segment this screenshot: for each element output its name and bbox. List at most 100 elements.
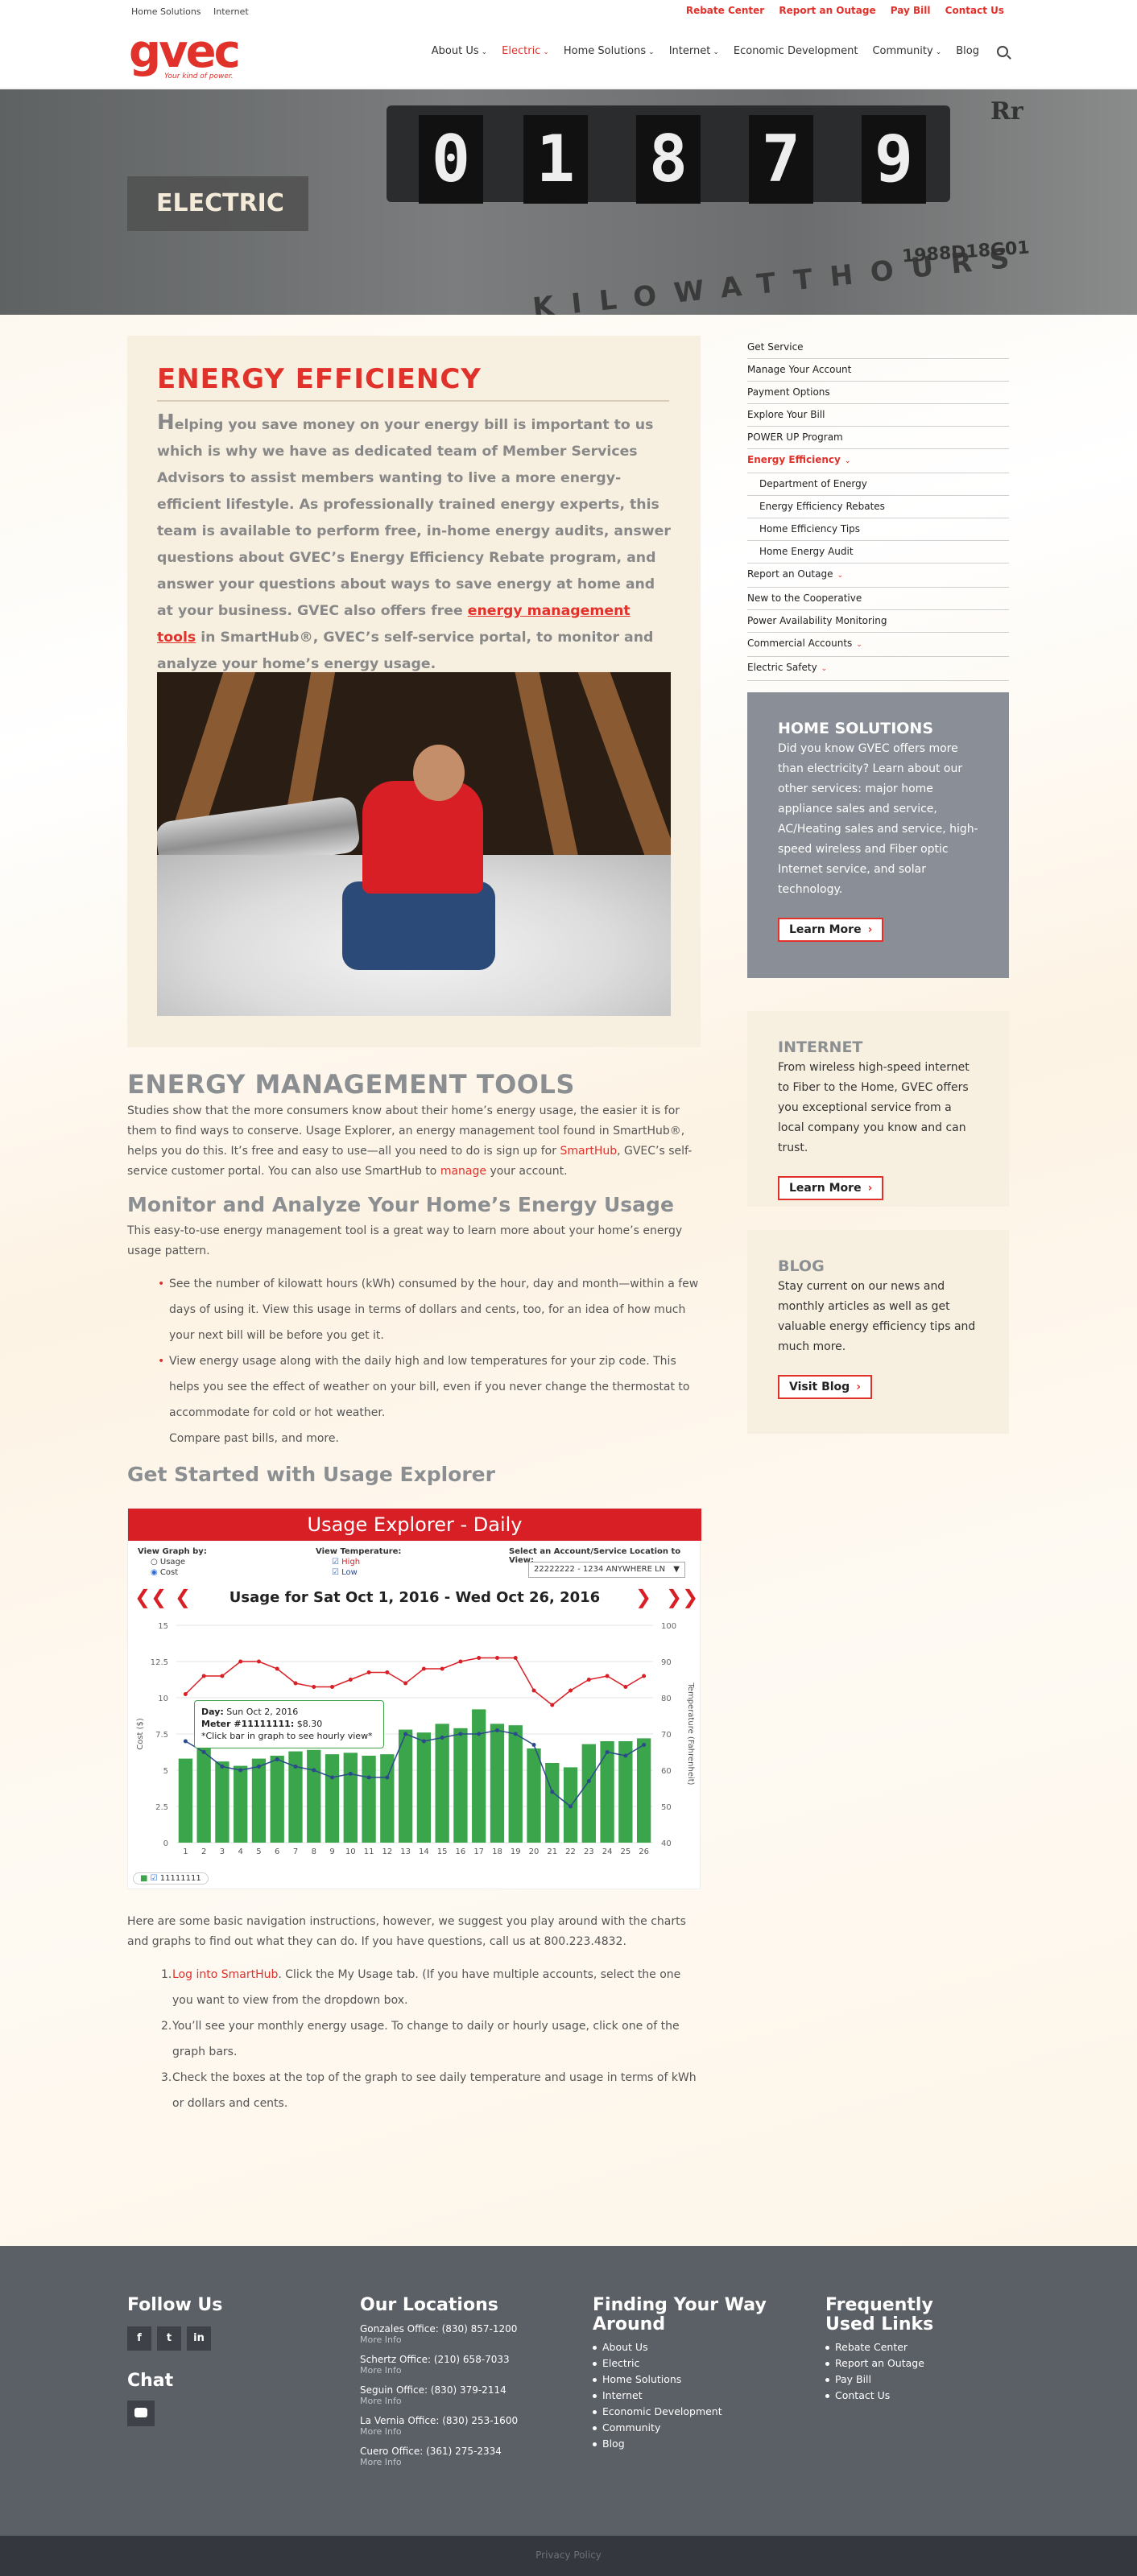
x-tick-label: 10 — [345, 1847, 356, 1856]
visit-blog-button[interactable]: Visit Blog › — [778, 1375, 872, 1399]
chat-bubble-icon[interactable] — [127, 2401, 155, 2426]
location-name: La Vernia Office: (830) 253-1600 — [360, 2415, 519, 2426]
nav-economic-development[interactable]: Economic Development — [734, 45, 858, 57]
usage-bar — [178, 1758, 193, 1843]
footer-link-home-solutions[interactable]: Home Solutions — [593, 2372, 778, 2388]
location-more-info-link[interactable]: More Info — [360, 2365, 518, 2376]
section-title-energy-efficiency: ENERGY EFFICIENCY — [157, 363, 482, 395]
x-tick-label: 19 — [511, 1847, 521, 1856]
search-icon[interactable] — [997, 45, 1008, 57]
nav-internet[interactable]: Internet ⌄ — [669, 45, 719, 57]
nav-electric-label: Electric — [502, 45, 541, 57]
x-tick-label: 12 — [382, 1847, 392, 1856]
tooltip-day-value: Sun Oct 2, 2016 — [226, 1707, 299, 1717]
nav-about-us[interactable]: About Us ⌄ — [432, 45, 487, 57]
high-temperature-point — [494, 1656, 499, 1660]
location-more-info-link[interactable]: More Info — [360, 2457, 518, 2468]
low-temperature-point — [366, 1775, 371, 1780]
rafter — [515, 672, 581, 865]
low-temperature-point — [256, 1765, 261, 1769]
sidebar-item-report-outage[interactable]: Report an Outage ⌄ — [747, 564, 1009, 588]
log-into-smarthub-link[interactable]: Log into SmartHub — [172, 1968, 278, 1981]
utility-link-report-outage[interactable]: Report an Outage — [779, 5, 875, 16]
sidebar-item-commercial-accounts[interactable]: Commercial Accounts ⌄ — [747, 633, 1009, 657]
x-tick-label: 26 — [639, 1847, 649, 1856]
utility-link-home-solutions[interactable]: Home Solutions — [131, 6, 201, 17]
button-label: Visit Blog — [789, 1381, 850, 1393]
nav-blog[interactable]: Blog — [956, 45, 979, 57]
meter-digit: 8 — [636, 115, 701, 204]
low-temperature-point — [293, 1765, 298, 1769]
usage-bar — [527, 1748, 541, 1843]
high-temperature-point — [550, 1703, 555, 1707]
widget-text: Did you know GVEC offers more than elect… — [778, 742, 978, 896]
linkedin-icon[interactable]: in — [187, 2326, 211, 2351]
footer-frequent-title: Frequently Used Links — [825, 2295, 934, 2334]
smarthub-link[interactable]: SmartHub — [560, 1145, 617, 1158]
footer-link-contact-us[interactable]: Contact Us — [825, 2388, 986, 2404]
manage-link[interactable]: manage — [440, 1165, 486, 1178]
sidebar-item-explore-bill[interactable]: Explore Your Bill — [747, 404, 1009, 427]
sidebar-item-new-to-cooperative[interactable]: New to the Cooperative — [747, 588, 1009, 610]
location-more-info-link[interactable]: More Info — [360, 2426, 518, 2438]
meter-digit: 1 — [523, 115, 588, 204]
privacy-policy-link[interactable]: Privacy Policy — [535, 2549, 602, 2561]
lead-text-end: in SmartHub®, GVEC’s self-service portal… — [157, 630, 654, 672]
utility-link-pay-bill[interactable]: Pay Bill — [891, 5, 931, 16]
chevron-down-icon: ⌄ — [821, 665, 828, 673]
sidebar-item-power-up[interactable]: POWER UP Program — [747, 427, 1009, 449]
internet-learn-more-button[interactable]: Learn More › — [778, 1176, 884, 1200]
nav-home-solutions[interactable]: Home Solutions ⌄ — [564, 45, 655, 57]
sidebar-item-energy-efficiency[interactable]: Energy Efficiency ⌄ — [747, 449, 1009, 473]
usage-bar — [362, 1756, 376, 1843]
sidebar-item-home-energy-audit[interactable]: Home Energy Audit — [747, 541, 1009, 564]
x-tick-label: 16 — [456, 1847, 466, 1856]
sidebar-item-payment-options[interactable]: Payment Options — [747, 382, 1009, 404]
high-temperature-point — [642, 1674, 647, 1678]
y2-tick-label: 70 — [661, 1731, 672, 1740]
nav-community[interactable]: Community ⌄ — [872, 45, 941, 57]
chart-legend[interactable]: ■ ☑ 11111111 — [133, 1872, 209, 1885]
footer-link-report-outage[interactable]: Report an Outage — [825, 2355, 986, 2372]
gvec-logo[interactable]: gvec Your kind of power. — [129, 30, 250, 81]
facebook-icon[interactable]: f — [127, 2326, 151, 2351]
sidebar-item-get-service[interactable]: Get Service — [747, 336, 1009, 359]
footer-link-internet[interactable]: Internet — [593, 2388, 778, 2404]
hero-banner: 0 1 8 7 9 Rr KILOWATTHOURS 1988D18G01 EL… — [0, 89, 1137, 315]
sidebar-item-department-of-energy[interactable]: Department of Energy — [747, 473, 1009, 496]
widget-title: INTERNET — [778, 1038, 863, 1056]
location-item: Gonzales Office: (830) 857-1200 More Info — [360, 2323, 518, 2346]
footer-link-community[interactable]: Community — [593, 2420, 778, 2436]
divider — [157, 400, 669, 402]
footer-link-rebate-center[interactable]: Rebate Center — [825, 2339, 986, 2355]
sidebar-item-label: Electric Safety — [747, 662, 817, 673]
high-temperature-point — [183, 1692, 188, 1696]
utility-link-rebate-center[interactable]: Rebate Center — [686, 5, 764, 16]
chevron-right-icon: › — [856, 1381, 861, 1393]
location-name: Schertz Office: (210) 658-7033 — [360, 2354, 510, 2365]
location-more-info-link[interactable]: More Info — [360, 2334, 518, 2346]
utility-link-internet[interactable]: Internet — [213, 6, 249, 17]
internet-widget: INTERNET From wireless high-speed intern… — [747, 1011, 1009, 1207]
utility-link-contact-us[interactable]: Contact Us — [945, 5, 1004, 16]
x-tick-label: 24 — [602, 1847, 613, 1856]
footer-link-economic-development[interactable]: Economic Development — [593, 2404, 778, 2420]
sidebar-item-power-availability[interactable]: Power Availability Monitoring — [747, 610, 1009, 633]
nav-electric[interactable]: Electric ⌄ — [502, 45, 549, 57]
y2-tick-label: 40 — [661, 1839, 672, 1848]
footer-link-pay-bill[interactable]: Pay Bill — [825, 2372, 986, 2388]
sidebar-item-label: Energy Efficiency — [747, 454, 841, 465]
low-temperature-point — [605, 1750, 610, 1754]
sidebar-item-rebates[interactable]: Energy Efficiency Rebates — [747, 496, 1009, 518]
footer-link-blog[interactable]: Blog — [593, 2436, 778, 2452]
footer-finding-links: About Us Electric Home Solutions Interne… — [593, 2339, 778, 2452]
person-legs — [342, 881, 495, 970]
home-solutions-learn-more-button[interactable]: Learn More › — [778, 918, 884, 942]
footer-link-about-us[interactable]: About Us — [593, 2339, 778, 2355]
sidebar-item-home-efficiency-tips[interactable]: Home Efficiency Tips — [747, 518, 1009, 541]
sidebar-item-electric-safety[interactable]: Electric Safety ⌄ — [747, 657, 1009, 681]
location-more-info-link[interactable]: More Info — [360, 2396, 518, 2407]
sidebar-item-manage-account[interactable]: Manage Your Account — [747, 359, 1009, 382]
twitter-icon[interactable]: t — [157, 2326, 181, 2351]
footer-link-electric[interactable]: Electric — [593, 2355, 778, 2372]
